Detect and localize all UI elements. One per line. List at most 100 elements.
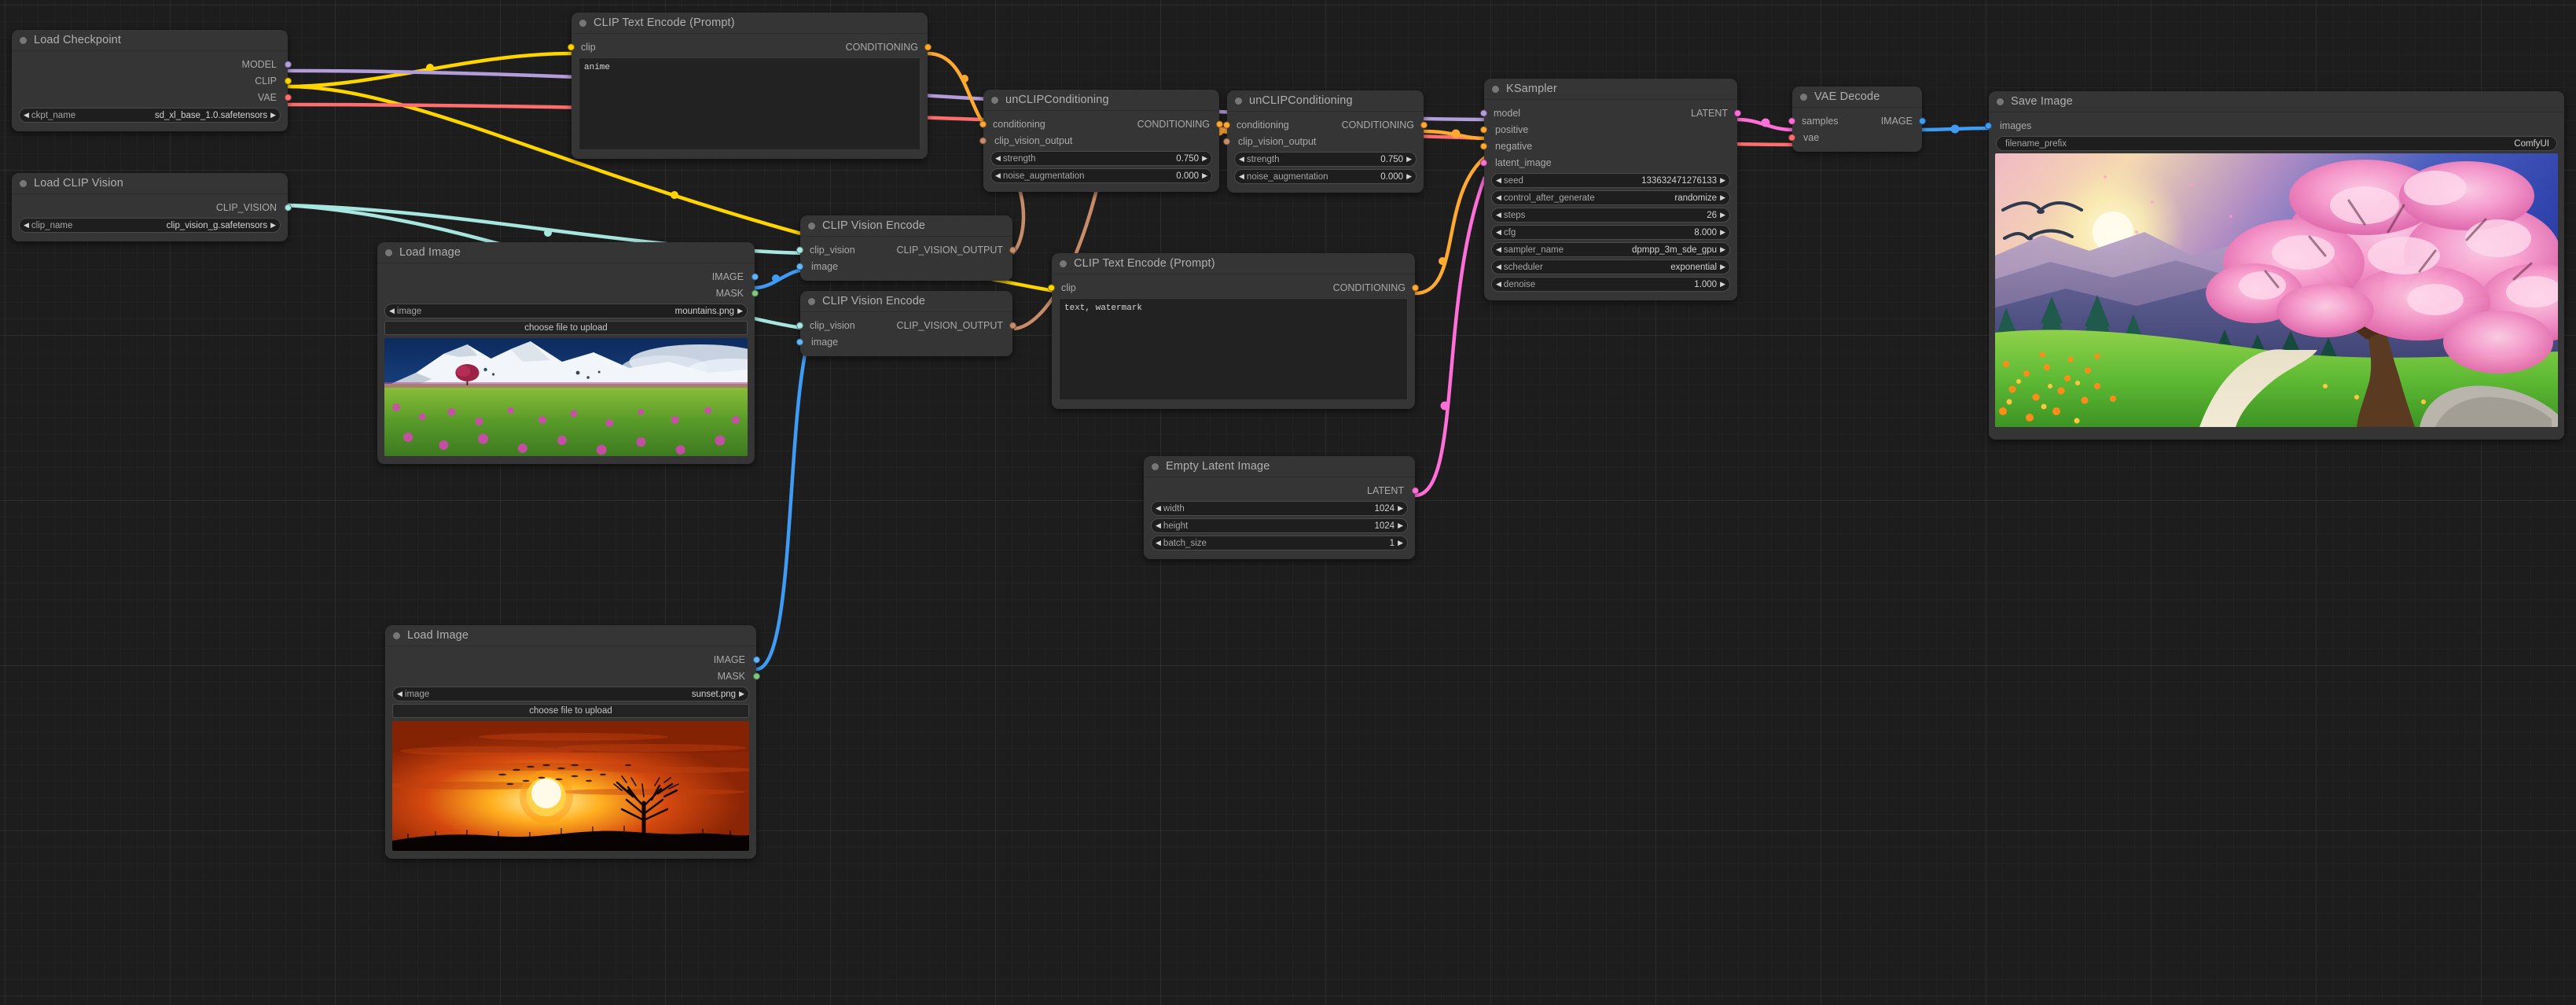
prev-arrow-icon[interactable]: ◀	[1239, 173, 1244, 180]
next-arrow-icon[interactable]: ▶	[1720, 281, 1725, 288]
output-slot-image[interactable]: IMAGE	[377, 268, 755, 285]
collapse-dot-icon[interactable]	[1997, 98, 2004, 105]
node-title-bar[interactable]: CLIP Text Encode (Prompt)	[1052, 253, 1415, 274]
input-slot-positive[interactable]: positive	[1484, 121, 1737, 138]
port-dot-conditioning[interactable]	[1412, 284, 1419, 291]
input-slot-vae[interactable]: vae	[1792, 129, 1922, 145]
next-arrow-icon[interactable]: ▶	[1406, 156, 1412, 163]
collapse-dot-icon[interactable]	[808, 298, 815, 305]
prev-arrow-icon[interactable]: ◀	[995, 155, 1001, 162]
output-slot-mask[interactable]: MASK	[377, 285, 755, 301]
port-dot-latent-out[interactable]	[1734, 109, 1741, 116]
next-arrow-icon[interactable]: ▶	[1202, 172, 1207, 179]
input-slot-clip-vision-output[interactable]: clip_vision_output	[983, 132, 1219, 149]
port-dot-clip-vision[interactable]	[796, 322, 803, 329]
port-dot-samples[interactable]	[1788, 117, 1795, 124]
node-title-bar[interactable]: Load Image	[385, 625, 756, 646]
port-dot-clip-vision-output[interactable]	[1009, 322, 1016, 329]
next-arrow-icon[interactable]: ▶	[1720, 212, 1725, 219]
node-title-bar[interactable]: Load Image	[377, 242, 755, 263]
widget-denoise[interactable]: ◀ denoise 1.000 ▶	[1491, 277, 1730, 292]
prev-arrow-icon[interactable]: ◀	[1496, 246, 1501, 253]
widget-noise-augmentation[interactable]: ◀ noise_augmentation 0.000 ▶	[990, 168, 1212, 183]
port-dot-conditioning-in[interactable]	[1223, 121, 1230, 128]
port-dot-conditioning-out[interactable]	[1216, 120, 1223, 127]
collapse-dot-icon[interactable]	[20, 180, 27, 187]
output-image-preview[interactable]	[1995, 153, 2558, 427]
node-unclip-conditioning-1[interactable]: unCLIPConditioning conditioning CONDITIO…	[983, 90, 1219, 192]
collapse-dot-icon[interactable]	[1235, 98, 1242, 105]
collapse-dot-icon[interactable]	[579, 20, 586, 27]
port-dot-images[interactable]	[1985, 122, 1992, 129]
prompt-textarea[interactable]: text, watermark	[1059, 298, 1408, 400]
widget-filename-prefix[interactable]: filename_prefix ComfyUI	[1996, 136, 2557, 151]
port-dot-mask[interactable]	[751, 289, 759, 296]
node-title-bar[interactable]: Empty Latent Image	[1144, 456, 1415, 477]
widget-cfg[interactable]: ◀ cfg 8.000 ▶	[1491, 225, 1730, 240]
port-dot-clip-vision[interactable]	[796, 246, 803, 253]
port-dot-image[interactable]	[796, 263, 803, 270]
prompt-textarea[interactable]: anime	[579, 57, 921, 150]
collapse-dot-icon[interactable]	[1492, 86, 1499, 93]
node-load-image-mountains[interactable]: Load Image IMAGE MASK ◀ image mountains.…	[377, 242, 755, 464]
node-clip-vision-encode-1[interactable]: CLIP Vision Encode clip_vision CLIP_VISI…	[800, 215, 1012, 281]
node-load-checkpoint[interactable]: Load Checkpoint MODEL CLIP VAE ◀ ckpt_na…	[12, 30, 288, 131]
widget-steps[interactable]: ◀ steps 26 ▶	[1491, 208, 1730, 223]
port-dot-latent-image[interactable]	[1480, 159, 1487, 166]
collapse-dot-icon[interactable]	[1060, 260, 1067, 267]
port-dot-image[interactable]	[796, 338, 803, 345]
node-title-bar[interactable]: unCLIPConditioning	[1227, 90, 1424, 111]
prev-arrow-icon[interactable]: ◀	[1156, 539, 1161, 547]
node-clip-text-encode-negative[interactable]: CLIP Text Encode (Prompt) clip CONDITION…	[1052, 253, 1415, 409]
next-arrow-icon[interactable]: ▶	[1398, 539, 1403, 547]
node-title-bar[interactable]: Save Image	[1989, 91, 2564, 112]
widget-clip-name[interactable]: ◀ clip_name clip_vision_g.safetensors ▶	[19, 218, 281, 233]
port-dot-conditioning[interactable]	[924, 43, 932, 50]
comfyui-graph-canvas[interactable]: Load Checkpoint MODEL CLIP VAE ◀ ckpt_na…	[0, 0, 2576, 1005]
port-dot-negative[interactable]	[1480, 142, 1487, 149]
widget-height[interactable]: ◀ height 1024 ▶	[1151, 518, 1408, 533]
node-clip-vision-encode-2[interactable]: CLIP Vision Encode clip_vision CLIP_VISI…	[800, 291, 1012, 356]
node-vae-decode[interactable]: VAE Decode samples IMAGE vae	[1792, 87, 1922, 152]
next-arrow-icon[interactable]: ▶	[737, 307, 743, 315]
node-load-image-sunset[interactable]: Load Image IMAGE MASK ◀ image sunset.png…	[385, 625, 756, 859]
collapse-dot-icon[interactable]	[1800, 94, 1807, 101]
input-slot-image[interactable]: image	[800, 258, 1012, 274]
widget-image-file[interactable]: ◀ image mountains.png ▶	[384, 304, 748, 318]
port-dot-image[interactable]	[751, 273, 759, 280]
upload-file-button[interactable]: choose file to upload	[384, 321, 748, 335]
port-dot-clip[interactable]	[1048, 284, 1055, 291]
collapse-dot-icon[interactable]	[1152, 463, 1159, 470]
node-title-bar[interactable]: Load Checkpoint	[12, 30, 288, 50]
input-slot-clip-vision-output[interactable]: clip_vision_output	[1227, 133, 1424, 149]
port-dot-clip-vision[interactable]	[285, 204, 292, 211]
next-arrow-icon[interactable]: ▶	[1398, 522, 1403, 529]
widget-strength[interactable]: ◀ strength 0.750 ▶	[1234, 152, 1417, 167]
port-dot-image-out[interactable]	[1919, 117, 1926, 124]
node-title-bar[interactable]: Load CLIP Vision	[12, 173, 288, 193]
next-arrow-icon[interactable]: ▶	[1720, 263, 1725, 271]
collapse-dot-icon[interactable]	[393, 632, 400, 639]
widget-strength[interactable]: ◀ strength 0.750 ▶	[990, 151, 1212, 166]
prev-arrow-icon[interactable]: ◀	[1496, 194, 1501, 201]
port-dot-clip-vision-output[interactable]	[1009, 246, 1016, 253]
prev-arrow-icon[interactable]: ◀	[1156, 505, 1161, 512]
output-slot-clip[interactable]: CLIP	[12, 72, 288, 89]
collapse-dot-icon[interactable]	[20, 37, 27, 44]
input-slot-latent-image[interactable]: latent_image	[1484, 154, 1737, 171]
next-arrow-icon[interactable]: ▶	[1720, 177, 1725, 184]
node-title-bar[interactable]: KSampler	[1484, 79, 1737, 99]
next-arrow-icon[interactable]: ▶	[270, 112, 276, 119]
output-slot-model[interactable]: MODEL	[12, 56, 288, 72]
prev-arrow-icon[interactable]: ◀	[397, 690, 402, 698]
port-dot-conditioning-out[interactable]	[1420, 121, 1428, 128]
prev-arrow-icon[interactable]: ◀	[995, 172, 1001, 179]
port-dot-latent[interactable]	[1412, 487, 1419, 494]
node-title-bar[interactable]: unCLIPConditioning	[983, 90, 1219, 110]
prev-arrow-icon[interactable]: ◀	[1496, 177, 1501, 184]
node-unclip-conditioning-2[interactable]: unCLIPConditioning conditioning CONDITIO…	[1227, 90, 1424, 193]
node-title-bar[interactable]: CLIP Text Encode (Prompt)	[571, 13, 928, 33]
input-slot-image[interactable]: image	[800, 333, 1012, 350]
node-save-image[interactable]: Save Image images filename_prefix ComfyU…	[1989, 91, 2564, 440]
port-dot-clip-vision-output[interactable]	[1223, 138, 1230, 145]
